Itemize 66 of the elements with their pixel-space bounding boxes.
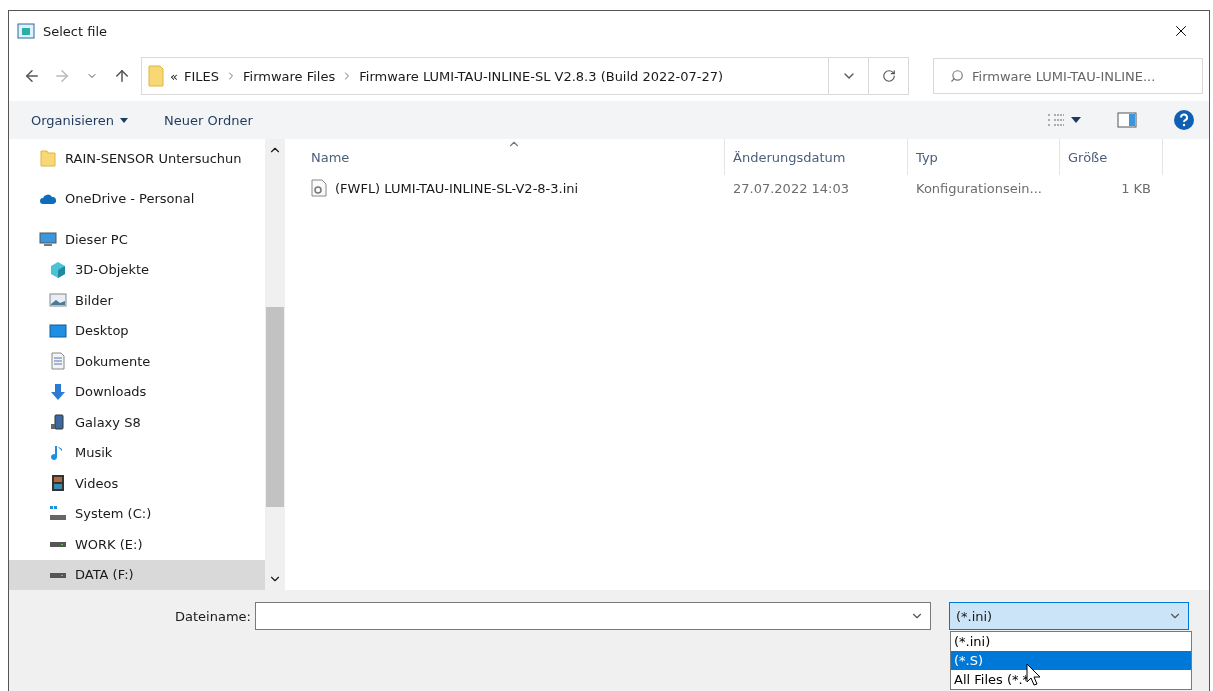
dropdown-option[interactable]: (*.S) — [951, 651, 1191, 670]
folder-icon — [148, 65, 164, 87]
column-header[interactable]: Größe — [1060, 139, 1163, 175]
sidebar-item[interactable]: RAIN-SENSOR Untersuchun — [9, 143, 265, 174]
caret-icon — [120, 117, 129, 123]
help-icon — [1173, 109, 1195, 131]
sidebar-item[interactable]: 3D-Objekte — [9, 254, 265, 285]
folder-icon — [39, 149, 57, 168]
help-button[interactable] — [1173, 109, 1195, 131]
window-title: Select file — [43, 23, 109, 39]
refresh-icon — [881, 69, 896, 83]
table-cell-text: 1 KB — [1120, 180, 1152, 196]
scrollbar[interactable] — [265, 139, 285, 590]
sidebar-item[interactable]: Desktop — [9, 315, 265, 346]
sidebar-item[interactable]: Videos — [9, 468, 265, 499]
drive-icon — [49, 542, 67, 548]
sidebar-item[interactable]: Dieser PC — [9, 224, 265, 255]
overflow-marker[interactable]: « — [170, 68, 178, 84]
search-field[interactable]: Firmware LUMI-TAU-INLINE... — [933, 58, 1203, 94]
table-cell-text: Konfigurationsein... — [915, 180, 1043, 196]
picture-icon — [49, 291, 67, 310]
view-options-button[interactable] — [1047, 113, 1081, 127]
preview-pane-button[interactable] — [1117, 112, 1137, 128]
sidebar-item[interactable]: Galaxy S8 — [9, 407, 265, 438]
sidebar-item[interactable]: DATA (F:) — [9, 559, 265, 590]
search-placeholder: Firmware LUMI-TAU-INLINE... — [972, 68, 1156, 84]
sidebar-item[interactable]: OneDrive - Personal — [9, 183, 265, 214]
search-icon — [950, 69, 964, 83]
sidebar-item[interactable]: Bilder — [9, 285, 265, 316]
new-folder-button[interactable]: Neuer Ordner — [164, 112, 253, 128]
mouse-pointer-icon — [1026, 663, 1042, 687]
drive-icon — [49, 572, 67, 578]
down-arrow-icon — [49, 382, 67, 401]
file-name: (FWFL) LUMI-TAU-INLINE-SL-V2-8-3.ini — [335, 180, 579, 196]
pane-icon — [1117, 112, 1137, 128]
sidebar-item[interactable]: Musik — [9, 437, 265, 468]
sidebar-item[interactable]: WORK (E:) — [9, 529, 265, 560]
app-icon — [17, 23, 35, 39]
monitor-icon — [39, 230, 57, 249]
column-header[interactable]: Name — [285, 139, 725, 175]
column-header[interactable]: Änderungsdatum — [725, 139, 908, 175]
drive-icon — [49, 504, 67, 523]
filetype-dropdown[interactable]: (*.ini) — [948, 602, 1189, 630]
filename-field[interactable] — [254, 602, 931, 630]
film-icon — [49, 474, 67, 493]
right-arrow-icon — [53, 67, 71, 85]
cube-icon — [49, 260, 67, 279]
breadcrumb[interactable]: FILES — [183, 68, 219, 84]
scroll-thumb[interactable] — [266, 307, 284, 507]
filename-label: Dateiname: — [175, 608, 251, 624]
list-view-icon — [1047, 113, 1065, 127]
desktop-icon — [49, 321, 67, 340]
sidebar-item[interactable]: System (C:) — [9, 498, 265, 529]
column-header[interactable]: Typ — [908, 139, 1060, 175]
settings-file-icon — [311, 179, 327, 197]
caret-icon — [1071, 117, 1081, 123]
organize-button[interactable]: Organisieren — [31, 112, 129, 128]
sidebar-item[interactable]: Downloads — [9, 376, 265, 407]
table-cell-text: 27.07.2022 14:03 — [732, 180, 851, 196]
breadcrumb[interactable]: Firmware LUMI-TAU-INLINE-SL V2.8.3 (Build 2022-07-27) — [359, 68, 724, 84]
phone-icon — [49, 413, 67, 432]
address-bar[interactable]: « FILES Firmware Files Firmware LUMI-TAU-INLINE-SL V2.8.3 (Build 2022-07-27) — [141, 57, 909, 95]
breadcrumb[interactable]: Firmware Files — [243, 68, 336, 84]
file-row[interactable]: (FWFL) LUMI-TAU-INLINE-SL-V2-8-3.ini 27.07.2022 14:03 Konfigurationsein... 1 KB — [285, 175, 1209, 201]
document-icon — [49, 352, 67, 371]
sidebar-item[interactable]: Dokumente — [9, 346, 265, 377]
